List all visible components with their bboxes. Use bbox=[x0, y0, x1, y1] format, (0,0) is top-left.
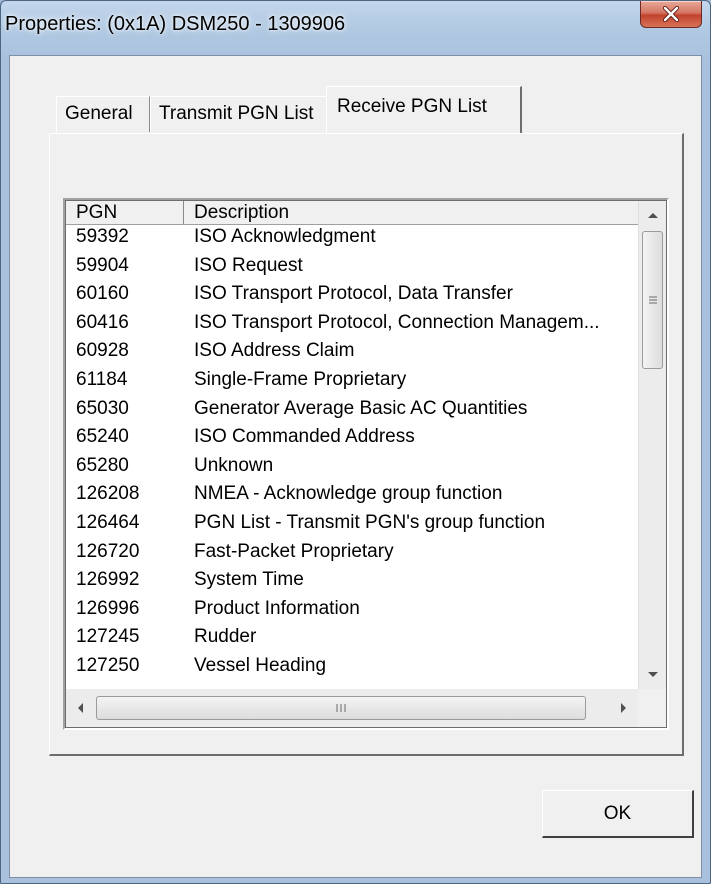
tab-general[interactable]: General bbox=[56, 96, 150, 132]
list-item[interactable]: 60928 ISO Address Claim bbox=[66, 339, 638, 362]
scroll-left-button[interactable] bbox=[66, 689, 94, 727]
dialog-client-area: General Transmit PGN List Receive PGN Li… bbox=[9, 55, 702, 878]
pgn-cell: 127245 bbox=[76, 626, 140, 648]
scroll-down-button[interactable] bbox=[639, 661, 666, 689]
pgn-cell: 126996 bbox=[76, 597, 140, 619]
list-item[interactable]: 60160 ISO Transport Protocol, Data Transf… bbox=[66, 282, 638, 305]
list-item[interactable]: 126208 NMEA - Acknowledge group function bbox=[66, 482, 638, 505]
list-item[interactable]: 61184 Single-Frame Proprietary bbox=[66, 368, 638, 391]
description-cell: ISO Request bbox=[194, 254, 303, 276]
list-item[interactable]: 65030 Generator Average Basic AC Quantiti… bbox=[66, 397, 638, 420]
pgn-cell: 59904 bbox=[76, 254, 129, 276]
horizontal-scrollbar[interactable] bbox=[66, 689, 638, 727]
pgn-list-view[interactable]: PGN Description 59392 ISO Acknowledgment 5… bbox=[63, 198, 669, 730]
description-cell: System Time bbox=[194, 569, 304, 591]
column-header-description[interactable]: Description bbox=[184, 201, 638, 224]
list-item[interactable]: 126720 Fast-Packet Proprietary bbox=[66, 540, 638, 563]
pgn-cell: 65240 bbox=[76, 426, 129, 448]
title-bar[interactable]: Properties: (0x1A) DSM250 - 1309906 bbox=[1, 1, 710, 55]
description-cell: Vessel Heading bbox=[194, 655, 327, 676]
pgn-cell: 65030 bbox=[76, 397, 129, 419]
description-cell: ISO Commanded Address bbox=[194, 426, 415, 448]
arrow-down-icon bbox=[647, 672, 658, 677]
description-cell: Generator Average Basic AC Quantities bbox=[194, 397, 528, 419]
window-title: Properties: (0x1A) DSM250 - 1309906 bbox=[5, 13, 346, 35]
description-cell: NMEA - Acknowledge group function bbox=[194, 483, 503, 505]
column-header-pgn[interactable]: PGN bbox=[66, 201, 184, 224]
list-item[interactable]: 127245 Rudder bbox=[66, 625, 638, 648]
list-item[interactable]: 126464 PGN List - Transmit PGN's group fu… bbox=[66, 511, 638, 534]
scrollbar-corner bbox=[638, 689, 666, 727]
pgn-cell: 60928 bbox=[76, 340, 129, 362]
grip-icon bbox=[648, 296, 657, 304]
list-item[interactable]: 127250 Vessel Heading bbox=[66, 654, 638, 677]
description-cell: Single-Frame Proprietary bbox=[194, 369, 407, 390]
scroll-right-button[interactable] bbox=[610, 689, 638, 727]
pgn-cell: 61184 bbox=[76, 369, 128, 390]
list-item[interactable]: 65280 Unknown bbox=[66, 454, 638, 477]
list-item[interactable]: 59392 ISO Acknowledgment bbox=[66, 225, 638, 248]
description-cell: ISO Acknowledgment bbox=[194, 226, 376, 247]
properties-dialog: Properties: (0x1A) DSM250 - 1309906 Gene… bbox=[0, 0, 711, 884]
pgn-cell: 127250 bbox=[76, 655, 140, 676]
description-cell: Fast-Packet Proprietary bbox=[194, 540, 394, 562]
vertical-scrollbar[interactable] bbox=[638, 201, 666, 689]
list-item[interactable]: 60416 ISO Transport Protocol, Connection … bbox=[66, 311, 638, 334]
description-cell: ISO Transport Protocol, Connection Manag… bbox=[194, 311, 600, 333]
list-item[interactable]: 59904 ISO Request bbox=[66, 254, 638, 277]
scroll-up-button[interactable] bbox=[639, 201, 666, 229]
pgn-cell: 126720 bbox=[76, 540, 140, 562]
description-cell: ISO Transport Protocol, Data Transfer bbox=[194, 283, 513, 305]
list-frame: PGN Description 59392 ISO Acknowledgment 5… bbox=[65, 200, 667, 728]
list-rows: 59392 ISO Acknowledgment 59904 ISO Request 6… bbox=[66, 225, 638, 685]
description-cell: Product Information bbox=[194, 597, 360, 619]
tab-transmit-pgn-list[interactable]: Transmit PGN List bbox=[150, 96, 330, 132]
close-button[interactable] bbox=[640, 1, 702, 28]
pgn-cell: 126992 bbox=[76, 569, 140, 591]
pgn-cell: 60160 bbox=[76, 283, 129, 305]
horizontal-scroll-thumb[interactable] bbox=[96, 696, 586, 720]
description-cell: PGN List - Transmit PGN's group function bbox=[194, 512, 546, 533]
pgn-cell: 65280 bbox=[76, 454, 129, 476]
ok-button[interactable]: OK bbox=[542, 790, 694, 838]
arrow-right-icon bbox=[621, 703, 626, 713]
grip-icon bbox=[336, 704, 346, 712]
list-item[interactable]: 65240 ISO Commanded Address bbox=[66, 425, 638, 448]
arrow-up-icon bbox=[647, 213, 658, 218]
pgn-cell: 60416 bbox=[76, 311, 129, 333]
tab-receive-pgn-list[interactable]: Receive PGN List bbox=[326, 86, 522, 133]
close-icon bbox=[662, 6, 680, 22]
list-header: PGN Description bbox=[66, 201, 638, 225]
description-cell: Unknown bbox=[194, 454, 274, 476]
list-item[interactable]: 126996 Product Information bbox=[66, 597, 638, 620]
arrow-left-icon bbox=[78, 703, 83, 713]
vertical-scroll-thumb[interactable] bbox=[642, 231, 663, 369]
tab-panel: PGN Description 59392 ISO Acknowledgment 5… bbox=[49, 133, 684, 756]
description-cell: ISO Address Claim bbox=[194, 340, 355, 362]
description-cell: Rudder bbox=[194, 626, 257, 648]
pgn-cell: 59392 bbox=[76, 226, 129, 247]
list-item[interactable]: 126992 System Time bbox=[66, 568, 638, 591]
pgn-cell: 126208 bbox=[76, 483, 140, 505]
pgn-cell: 126464 bbox=[76, 512, 140, 533]
